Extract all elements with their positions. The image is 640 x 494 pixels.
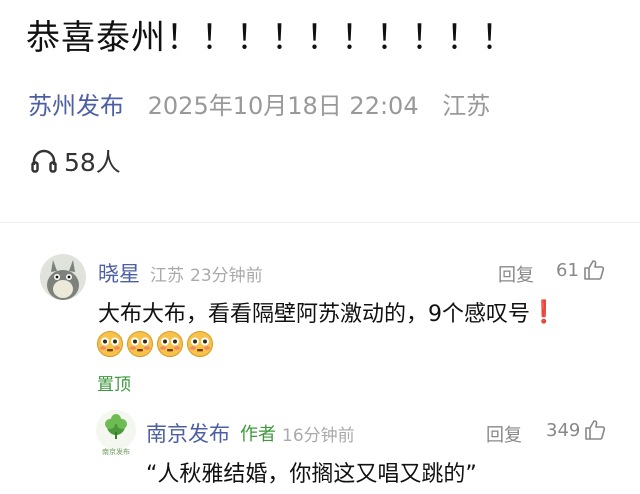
commenter-location: 江苏 [150, 265, 184, 286]
comment-header: 晓星 江苏 23分钟前 [98, 258, 263, 288]
commenter-name[interactable]: 晓星 [98, 258, 140, 288]
flushed-face-emoji-icon [187, 331, 213, 357]
divider [0, 222, 640, 223]
account-name[interactable]: 苏州发布 [28, 92, 124, 120]
reply-button[interactable]: 回复 [498, 261, 534, 287]
listen-count: 58人 [30, 143, 121, 179]
thumbs-up-icon [584, 260, 605, 280]
emoji-row [96, 330, 216, 358]
exclamation-emoji-icon: ❗ [530, 299, 558, 325]
thumbs-up-icon [585, 420, 606, 440]
pinned-label: 置顶 [97, 375, 131, 395]
nanjing-fabu-logo-icon [96, 410, 136, 450]
post-timestamp: 2025年10月18日 22:04 [147, 92, 419, 120]
reply-body: “人秋雅结婚，你搁这又唱又跳的” [146, 462, 477, 487]
comment-body: 大布大布，看看隔壁阿苏激动的，9个感叹号 [98, 302, 530, 327]
like-button[interactable]: 349 [546, 419, 606, 441]
reply-header: 南京发布 作者 16分钟前 [146, 418, 355, 448]
totoro-avatar-icon [40, 254, 86, 300]
flushed-face-emoji-icon [157, 331, 183, 357]
flushed-face-emoji-icon [127, 331, 153, 357]
like-count: 349 [546, 419, 581, 441]
author-avatar[interactable] [96, 410, 136, 450]
reply-time: 16分钟前 [282, 425, 355, 446]
like-count: 61 [556, 259, 579, 281]
author-badge: 作者 [240, 424, 276, 445]
flushed-face-emoji-icon [97, 331, 123, 357]
commenter-avatar[interactable] [40, 254, 86, 300]
like-button[interactable]: 61 [556, 259, 605, 281]
author-name[interactable]: 南京发布 [146, 418, 230, 448]
comment-text: 大布大布，看看隔壁阿苏激动的，9个感叹号 ❗ [98, 296, 557, 328]
comment-time: 23分钟前 [190, 265, 263, 286]
listen-count-label: 58人 [64, 148, 121, 177]
headphones-icon [31, 149, 57, 173]
author-avatar-caption: 南京发布 [102, 448, 130, 456]
post-title: 恭喜泰州！！！！！！！！！！ [26, 18, 516, 58]
reply-button[interactable]: 回复 [486, 421, 522, 447]
post-location: 江苏 [442, 92, 491, 120]
post-meta: 苏州发布 2025年10月18日 22:04 江苏 [28, 86, 490, 121]
